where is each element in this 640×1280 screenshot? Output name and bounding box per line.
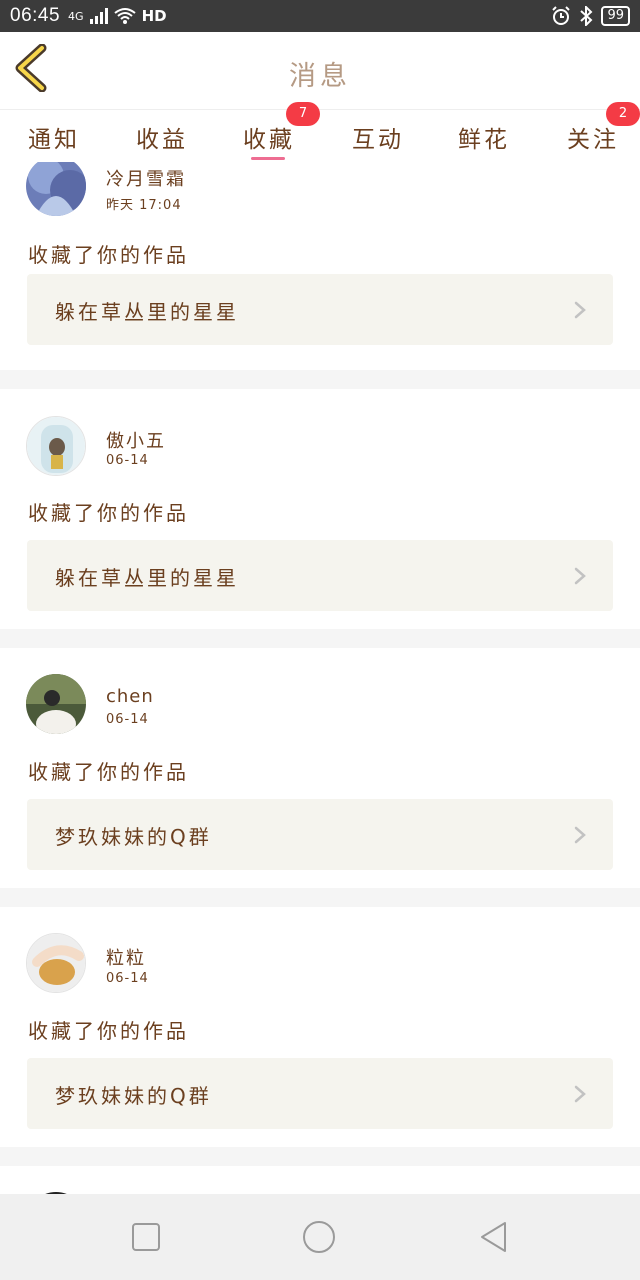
circle-icon[interactable] (302, 1220, 336, 1254)
list-item (0, 1166, 640, 1194)
tab-label: 通知 (28, 127, 80, 153)
list-item: 粒粒 06-14 收藏了你的作品 梦玖妹妹的Q群 (0, 907, 640, 1147)
system-nav-bar (0, 1194, 640, 1280)
user-name[interactable]: 粒粒 (106, 944, 146, 970)
network-label: 4G (68, 9, 84, 23)
avatar[interactable] (26, 933, 86, 993)
alarm-icon (552, 6, 571, 25)
message-list[interactable]: 冷月雪霜 昨天 17:04 收藏了你的作品 躲在草丛里的星星 傲小五 06-14… (0, 162, 640, 1194)
chevron-right-icon (574, 826, 586, 844)
list-item: 冷月雪霜 昨天 17:04 收藏了你的作品 躲在草丛里的星星 (0, 162, 640, 370)
tab-follows-badge: 2 (606, 102, 640, 126)
battery-indicator: 99 (601, 6, 630, 26)
tab-favorites-badge: 7 (286, 102, 320, 126)
tab-follows[interactable]: 关注 (567, 120, 619, 162)
post-time: 06-14 (106, 453, 149, 468)
triangle-back-icon[interactable] (477, 1220, 511, 1254)
action-text: 收藏了你的作品 (28, 760, 189, 784)
chevron-right-icon (574, 301, 586, 319)
work-link[interactable]: 躲在草丛里的星星 (27, 540, 613, 611)
tab-label: 鲜花 (458, 127, 510, 153)
work-title: 梦玖妹妹的Q群 (55, 1084, 212, 1108)
chevron-right-icon (574, 567, 586, 585)
header: 消息 (0, 32, 640, 110)
tab-flowers[interactable]: 鲜花 (458, 120, 510, 162)
tab-bar: 通知 收益 收藏 互动 鲜花 关注 7 2 (0, 102, 640, 162)
work-title: 躲在草丛里的星星 (55, 566, 239, 590)
hd-label: HD (141, 7, 167, 25)
work-link[interactable]: 躲在草丛里的星星 (27, 274, 613, 345)
chevron-right-icon (574, 1085, 586, 1103)
bluetooth-icon (580, 6, 593, 26)
post-time: 06-14 (106, 712, 149, 727)
tab-label: 收藏 (243, 127, 295, 153)
user-name[interactable]: 傲小五 (106, 427, 166, 453)
post-time: 06-14 (106, 971, 149, 986)
tab-favorites[interactable]: 收藏 (243, 120, 295, 162)
square-icon[interactable] (129, 1220, 163, 1254)
tab-notifications[interactable]: 通知 (28, 120, 80, 162)
avatar[interactable] (26, 162, 86, 216)
work-link[interactable]: 梦玖妹妹的Q群 (27, 1058, 613, 1129)
action-text: 收藏了你的作品 (28, 501, 189, 525)
wifi-icon (113, 8, 136, 24)
page-title: 消息 (289, 61, 351, 92)
work-title: 躲在草丛里的星星 (55, 300, 239, 324)
tab-label: 互动 (352, 127, 404, 153)
active-tab-indicator (251, 157, 285, 160)
tab-earnings[interactable]: 收益 (136, 120, 188, 162)
tab-interactions[interactable]: 互动 (352, 120, 404, 162)
post-time: 昨天 17:04 (106, 198, 182, 213)
action-text: 收藏了你的作品 (28, 243, 189, 267)
work-title: 梦玖妹妹的Q群 (55, 825, 212, 849)
list-item: 傲小五 06-14 收藏了你的作品 躲在草丛里的星星 (0, 389, 640, 629)
user-name[interactable]: chen (106, 686, 154, 707)
action-text: 收藏了你的作品 (28, 1019, 189, 1043)
status-bar: 06:45 4G HD 99 (0, 0, 640, 32)
tab-label: 关注 (567, 127, 619, 153)
signal-icon (89, 8, 108, 24)
work-link[interactable]: 梦玖妹妹的Q群 (27, 799, 613, 870)
list-item: chen 06-14 收藏了你的作品 梦玖妹妹的Q群 (0, 648, 640, 888)
user-name[interactable]: 冷月雪霜 (106, 165, 186, 191)
status-time: 06:45 (10, 5, 61, 26)
tab-label: 收益 (136, 127, 188, 153)
avatar[interactable] (26, 674, 86, 734)
avatar[interactable] (26, 416, 86, 476)
